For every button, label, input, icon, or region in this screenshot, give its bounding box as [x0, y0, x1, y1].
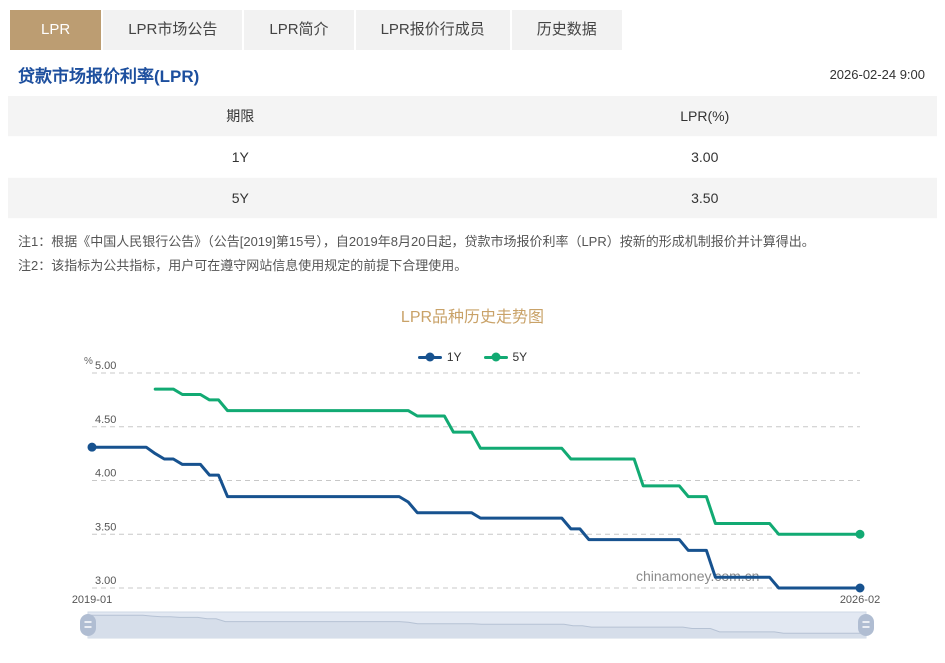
series-end-point-5y[interactable] [856, 530, 865, 539]
series-end-point-1y[interactable] [856, 584, 865, 593]
rate-5y: 3.50 [473, 190, 938, 206]
footnote-2: 注2：该指标为公共指标，用户可在遵守网站信息使用规定的前提下合理使用。 [18, 254, 933, 278]
term-1y: 1Y [8, 149, 473, 165]
y-tick-label: 4.50 [95, 414, 116, 426]
lpr-history-chart: 5.004.504.003.503.00%2019-012026-02china… [0, 355, 945, 655]
data-zoom-handle-left[interactable] [80, 614, 96, 636]
tab-lpr-market-announcements[interactable]: LPR市场公告 [103, 10, 242, 50]
lpr-rate-table: 期限 LPR(%) 1Y 3.00 5Y 3.50 [8, 96, 937, 219]
table-header-row: 期限 LPR(%) [8, 96, 937, 137]
y-tick-label: 5.00 [95, 360, 116, 372]
column-header-term: 期限 [8, 106, 473, 126]
column-header-lpr: LPR(%) [473, 108, 938, 124]
data-zoom-handle-right[interactable] [858, 614, 874, 636]
page-title: 贷款市场报价利率(LPR) [18, 62, 199, 87]
tab-lpr-introduction[interactable]: LPR简介 [244, 10, 353, 50]
tab-lpr-panel-banks[interactable]: LPR报价行成员 [356, 10, 510, 50]
x-axis-label-start: 2019-01 [72, 594, 112, 606]
y-tick-label: 3.00 [95, 575, 116, 587]
series-start-point-1y[interactable] [88, 443, 97, 452]
tab-lpr[interactable]: LPR [10, 10, 101, 50]
series-line-1y[interactable] [92, 447, 860, 588]
footnote-1: 注1：根据《中国人民银行公告》（公告[2019]第15号），自2019年8月20… [18, 230, 933, 254]
series-line-5y[interactable] [155, 389, 860, 534]
page-header: 贷款市场报价利率(LPR) 2026-02-24 9:00 [18, 62, 925, 86]
rate-1y: 3.00 [473, 149, 938, 165]
table-row: 5Y 3.50 [8, 178, 937, 219]
tab-historical-data[interactable]: 历史数据 [512, 10, 622, 50]
y-tick-label: 4.00 [95, 468, 116, 480]
term-5y: 5Y [8, 190, 473, 206]
y-axis-unit-label: % [84, 356, 93, 367]
footnotes: 注1：根据《中国人民银行公告》（公告[2019]第15号），自2019年8月20… [18, 230, 933, 278]
x-axis-label-end: 2026-02 [840, 594, 880, 606]
quote-datetime: 2026-02-24 9:00 [830, 67, 925, 82]
chart-title: LPR品种历史走势图 [0, 303, 945, 327]
y-tick-label: 3.50 [95, 521, 116, 533]
table-row: 1Y 3.00 [8, 137, 937, 178]
tab-bar: LPR LPR市场公告 LPR简介 LPR报价行成员 历史数据 [10, 10, 622, 50]
